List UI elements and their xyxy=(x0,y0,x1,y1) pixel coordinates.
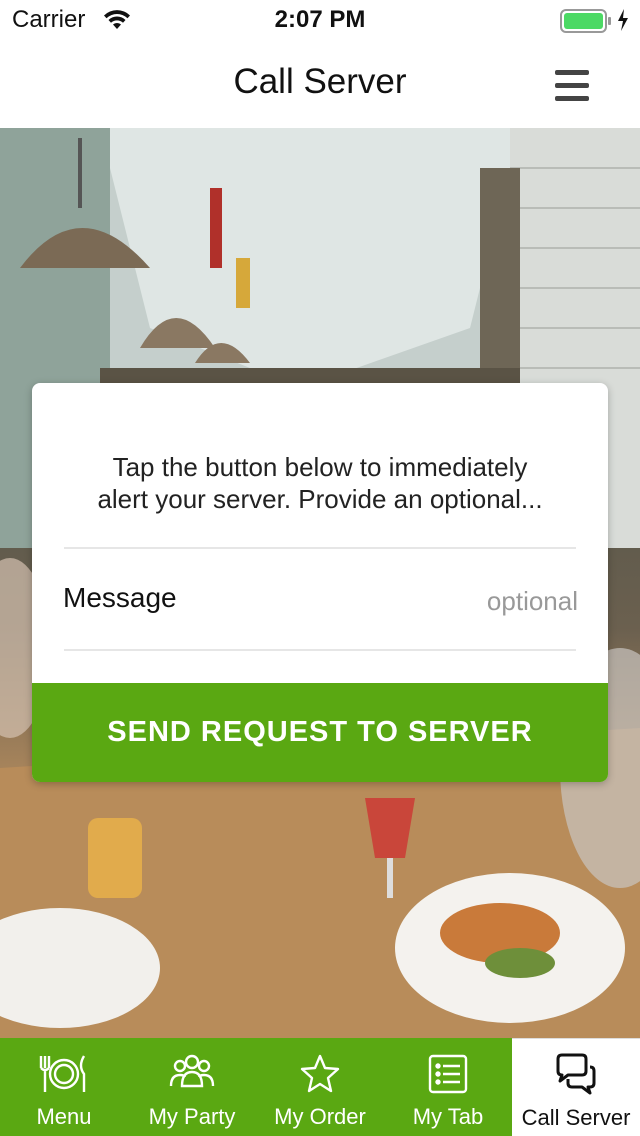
hamburger-menu-button[interactable] xyxy=(548,66,596,106)
plate-cutlery-icon xyxy=(0,1052,128,1096)
page-title: Call Server xyxy=(233,62,407,101)
hamburger-icon xyxy=(555,70,589,75)
status-bar: Carrier 2:07 PM xyxy=(0,0,640,40)
tab-menu[interactable]: Menu xyxy=(0,1038,128,1136)
message-input[interactable] xyxy=(332,581,578,621)
star-icon xyxy=(256,1052,384,1096)
chat-bubbles-icon xyxy=(512,1053,640,1097)
tab-bar: Menu My Party My Order My Tab Call Serve… xyxy=(0,1038,640,1136)
send-request-button[interactable]: SEND REQUEST TO SERVER xyxy=(32,683,608,782)
status-time: 2:07 PM xyxy=(274,6,366,33)
divider xyxy=(64,649,576,651)
battery-icon xyxy=(560,9,612,38)
tab-call-server[interactable]: Call Server xyxy=(512,1038,640,1136)
tab-label: My Tab xyxy=(412,1104,484,1129)
receipt-list-icon xyxy=(384,1052,512,1096)
tab-label: My Order xyxy=(274,1104,366,1129)
call-server-card: Tap the button below to immediately aler… xyxy=(32,383,608,782)
charging-bolt-icon xyxy=(616,8,630,37)
tab-label: Menu xyxy=(36,1104,92,1129)
message-label: Message xyxy=(63,582,177,613)
navigation-bar: Call Server xyxy=(0,40,640,128)
group-icon xyxy=(128,1052,256,1096)
tab-label: My Party xyxy=(148,1104,236,1129)
instruction-text: Tap the button below to immediately aler… xyxy=(64,451,576,515)
tab-my-tab[interactable]: My Tab xyxy=(384,1038,512,1136)
tab-my-party[interactable]: My Party xyxy=(128,1038,256,1136)
instruction-line-2: alert your server. Provide an optional..… xyxy=(97,484,543,514)
instruction-line-1: Tap the button below to immediately xyxy=(112,452,528,482)
divider xyxy=(64,547,576,549)
tab-label: Call Server xyxy=(521,1105,631,1130)
tab-my-order[interactable]: My Order xyxy=(256,1038,384,1136)
